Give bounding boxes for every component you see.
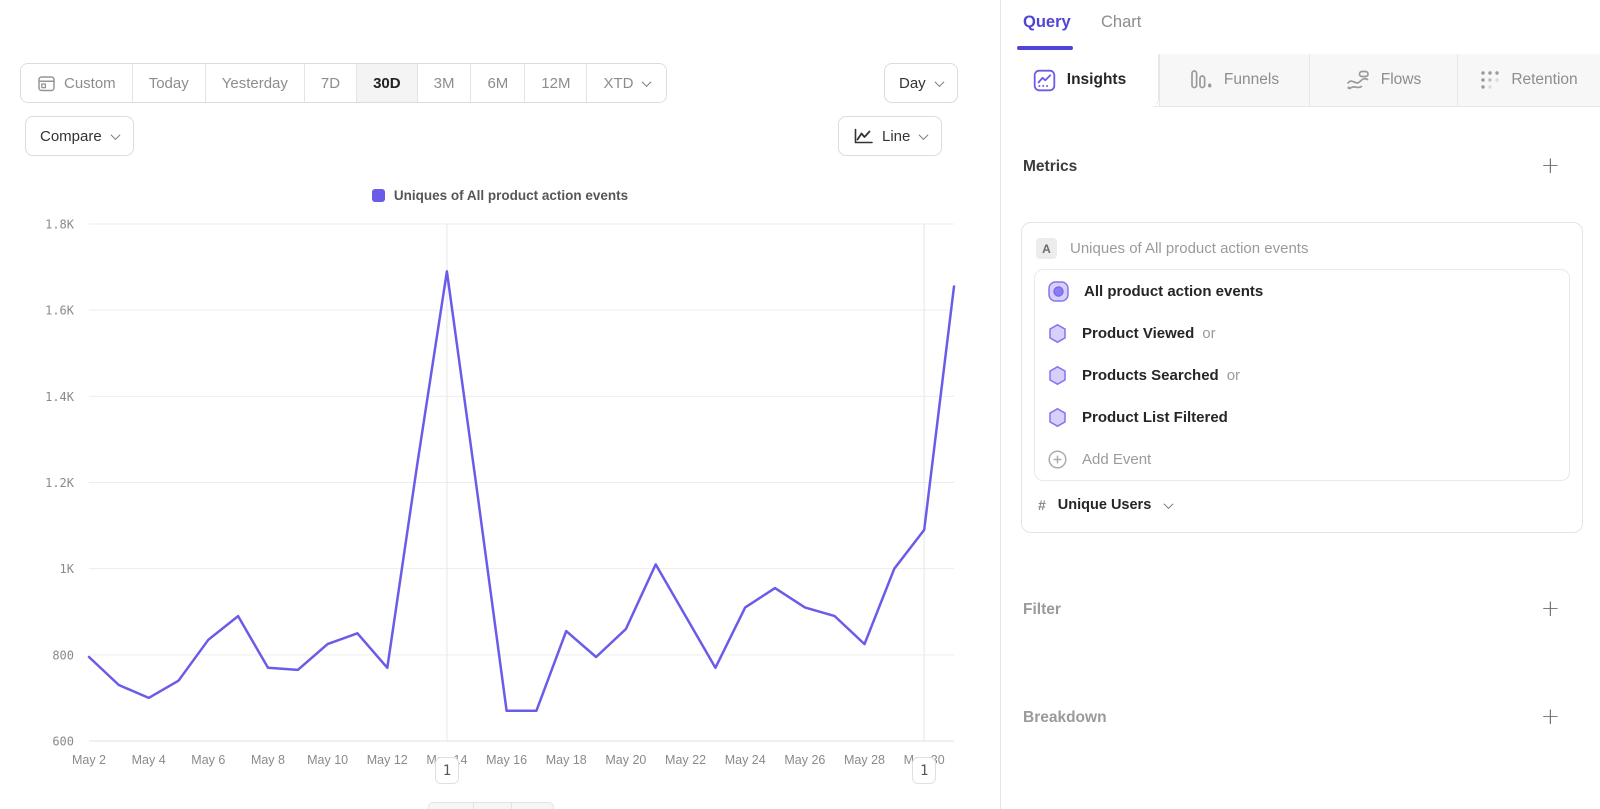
chevron-down-icon xyxy=(1164,499,1174,509)
metrics-title: Metrics xyxy=(1023,158,1077,176)
retention-icon xyxy=(1480,70,1500,90)
tab-flows[interactable]: Flows xyxy=(1309,54,1457,106)
event-row-product-viewed[interactable]: Product Viewed or xyxy=(1035,312,1569,354)
tab-chart[interactable]: Chart xyxy=(1101,13,1141,32)
flows-icon xyxy=(1346,70,1370,91)
svg-text:May 22: May 22 xyxy=(665,753,706,767)
range-3m-button[interactable]: 3M xyxy=(418,64,472,102)
svg-text:1.2K: 1.2K xyxy=(45,476,75,490)
event-row-all-product-action-events[interactable]: All product action events xyxy=(1035,270,1569,312)
plus-circle-icon xyxy=(1047,449,1068,470)
event-hexagon-icon xyxy=(1047,365,1068,386)
query-builder-pane: Query Chart Insights xyxy=(1000,0,1600,809)
event-row-products-searched[interactable]: Products Searched or xyxy=(1035,354,1569,396)
add-metric-button[interactable]: + xyxy=(1541,155,1560,178)
date-range-segmented-control: Custom Today Yesterday 7D 30D 3M 6M 12M … xyxy=(20,63,667,103)
measurement-dropdown[interactable]: # Unique Users xyxy=(1022,481,1582,529)
compare-dropdown[interactable]: Compare xyxy=(25,116,134,156)
svg-text:600: 600 xyxy=(52,735,74,749)
event-list: All product action events Product Viewed… xyxy=(1034,269,1570,481)
add-breakdown-button[interactable]: + xyxy=(1541,706,1560,729)
chevron-down-icon xyxy=(110,130,120,140)
legend-color-swatch xyxy=(372,189,385,202)
tab-query[interactable]: Query xyxy=(1023,13,1071,32)
svg-text:800: 800 xyxy=(52,648,74,662)
svg-text:May 10: May 10 xyxy=(307,753,348,767)
metric-card: A Uniques of All product action events A… xyxy=(1021,222,1583,533)
line-chart-icon xyxy=(853,128,874,145)
range-30d-button[interactable]: 30D xyxy=(357,64,418,102)
chevron-down-icon xyxy=(919,130,929,140)
range-custom-label: Custom xyxy=(64,75,116,92)
legend-series-label: Uniques of All product action events xyxy=(394,188,628,203)
breakdown-section-header: Breakdown + xyxy=(1023,706,1560,729)
annotation-count-badge[interactable]: 1 xyxy=(912,757,936,784)
range-12m-button[interactable]: 12M xyxy=(525,64,587,102)
chart-legend: Uniques of All product action events xyxy=(0,188,1000,203)
line-series[interactable] xyxy=(89,271,954,710)
svg-text:May 4: May 4 xyxy=(132,753,166,767)
tab-retention[interactable]: Retention xyxy=(1457,54,1600,106)
active-tab-underline xyxy=(1017,46,1073,50)
svg-text:May 26: May 26 xyxy=(784,753,825,767)
metrics-section-header: Metrics + xyxy=(1023,155,1560,178)
range-xtd-dropdown[interactable]: XTD xyxy=(587,64,666,102)
metric-card-header[interactable]: A Uniques of All product action events xyxy=(1022,223,1582,269)
pane-tab-bar: Query Chart xyxy=(1001,0,1600,54)
chart-type-dropdown[interactable]: Line xyxy=(838,116,942,156)
add-filter-button[interactable]: + xyxy=(1541,598,1560,621)
svg-text:May 20: May 20 xyxy=(605,753,646,767)
range-today-button[interactable]: Today xyxy=(133,64,206,102)
range-7d-button[interactable]: 7D xyxy=(305,64,357,102)
chevron-down-icon xyxy=(642,77,652,87)
svg-text:May 24: May 24 xyxy=(725,753,766,767)
chevron-down-icon xyxy=(934,77,944,87)
svg-text:May 12: May 12 xyxy=(367,753,408,767)
svg-text:May 8: May 8 xyxy=(251,753,285,767)
svg-text:1K: 1K xyxy=(60,562,75,576)
add-event-button[interactable]: Add Event xyxy=(1035,438,1569,480)
svg-text:1.6K: 1.6K xyxy=(45,304,75,318)
x-axis-labels: May 2May 4May 6May 8May 10May 12May 14Ma… xyxy=(72,753,945,767)
funnels-icon xyxy=(1190,69,1213,91)
svg-text:May 6: May 6 xyxy=(191,753,225,767)
insights-icon xyxy=(1033,69,1056,92)
event-hexagon-icon xyxy=(1047,407,1068,428)
chart-plot-area: 1.8K 1.6K 1.4K 1.2K 1K 800 600 May 2 May 4 May 6… xyxy=(0,210,1000,809)
granularity-dropdown[interactable]: Day xyxy=(884,63,958,103)
metric-letter-badge: A xyxy=(1036,238,1057,259)
svg-text:May 16: May 16 xyxy=(486,753,527,767)
chart-pane: Custom Today Yesterday 7D 30D 3M 6M 12M … xyxy=(0,0,1000,809)
results-table-peek[interactable] xyxy=(428,802,554,809)
filter-title: Filter xyxy=(1023,601,1061,619)
svg-text:May 18: May 18 xyxy=(546,753,587,767)
insights-report-page: Custom Today Yesterday 7D 30D 3M 6M 12M … xyxy=(0,0,1600,809)
svg-text:May 2: May 2 xyxy=(72,753,106,767)
range-6m-button[interactable]: 6M xyxy=(471,64,525,102)
range-yesterday-button[interactable]: Yesterday xyxy=(206,64,305,102)
number-icon: # xyxy=(1038,497,1046,513)
calendar-icon xyxy=(37,74,56,93)
svg-text:1.8K: 1.8K xyxy=(45,218,75,232)
report-type-tab-bar: Insights Funnels xyxy=(1001,54,1600,107)
line-chart: 1.8K 1.6K 1.4K 1.2K 1K 800 600 May 2 May 4 May 6… xyxy=(0,210,1000,809)
annotation-count-badge[interactable]: 1 xyxy=(435,757,459,784)
range-custom-button[interactable]: Custom xyxy=(21,64,133,102)
metric-card-title: Uniques of All product action events xyxy=(1070,240,1308,257)
horizontal-gridlines xyxy=(89,224,954,741)
breakdown-title: Breakdown xyxy=(1023,709,1107,727)
y-axis-labels: 1.8K 1.6K 1.4K 1.2K 1K 800 600 xyxy=(45,218,75,749)
svg-text:May 28: May 28 xyxy=(844,753,885,767)
filter-section-header: Filter + xyxy=(1023,598,1560,621)
svg-text:1.4K: 1.4K xyxy=(45,390,75,404)
event-group-icon xyxy=(1047,280,1070,303)
tab-insights[interactable]: Insights xyxy=(1001,54,1159,107)
event-row-product-list-filtered[interactable]: Product List Filtered xyxy=(1035,396,1569,438)
tab-funnels[interactable]: Funnels xyxy=(1159,54,1309,106)
event-hexagon-icon xyxy=(1047,323,1068,344)
